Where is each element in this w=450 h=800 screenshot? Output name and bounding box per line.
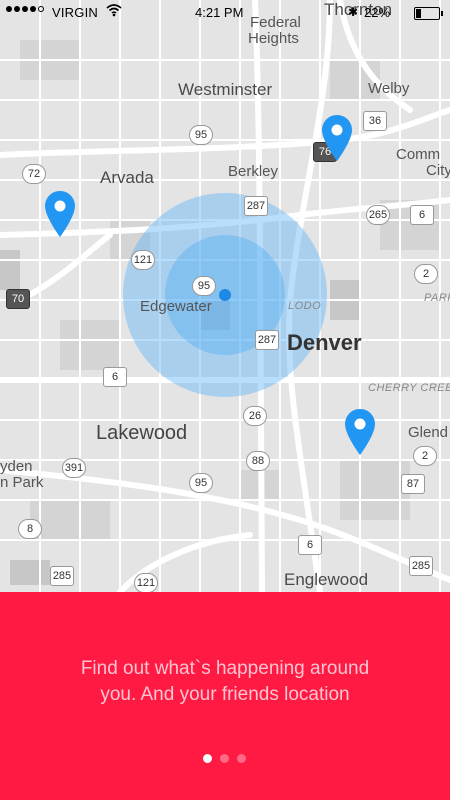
page-dot[interactable] [203,754,212,763]
place-label: Westminster [178,80,273,99]
highway-shield: 6 [103,367,127,387]
signal-strength-icon [6,6,44,12]
place-label: Berkley [228,163,279,180]
place-label: yden [0,458,33,475]
carrier-name: VIRGIN [52,5,98,20]
place-label: City [426,162,450,179]
wifi-icon [106,4,122,17]
highway-shield: 88 [246,451,270,471]
place-label: Lakewood [96,422,188,444]
highway-shield: 95 [189,473,213,493]
place-label: Heights [248,30,299,47]
place-label: Arvada [100,168,154,187]
friend-location-pin-icon[interactable] [322,115,352,161]
friend-location-pin-icon[interactable] [45,191,75,237]
highway-shield: 265 [366,205,390,225]
friend-location-pin-icon[interactable] [345,409,375,455]
highway-shield: 391 [62,458,86,478]
highway-shield: 6 [298,535,322,555]
place-label: Denver [287,330,362,355]
highway-shield: 2 [414,264,438,284]
place-label: n Park [0,474,44,491]
page-indicator[interactable] [203,754,246,763]
highway-shield: 287 [244,196,268,216]
battery-percentage: 22% [364,5,391,20]
highway-shield: 121 [134,573,158,592]
highway-shield: 8 [18,519,42,539]
place-label: Edgewater [140,298,212,315]
highway-shield: 36 [363,111,387,131]
place-label: PARK [424,292,450,304]
highway-shield: 95 [192,276,216,296]
place-label: Englewood [284,570,369,589]
battery-icon [414,7,443,20]
place-label: CHERRY CREE [368,382,450,394]
highway-shield: 87 [401,474,425,494]
tagline-line: you. And your friends location [100,684,350,705]
highway-shield: 26 [243,406,267,426]
page-dot[interactable] [220,754,229,763]
highway-shield: 95 [189,125,213,145]
place-label: Comm [396,146,441,163]
onboarding-panel: Find out what`s happening around you. An… [0,592,450,800]
highway-shield: 121 [131,250,155,270]
place-label: Welby [368,80,410,97]
status-bar: VIRGIN 4:21 PM ✱ 22% [0,0,450,26]
onboarding-tagline: Find out what`s happening around you. An… [0,656,450,708]
highway-shield: 287 [255,330,279,350]
page-dot[interactable] [237,754,246,763]
highway-shield: 285 [409,556,433,576]
highway-shield: 70 [6,289,30,309]
highway-shield: 285 [50,566,74,586]
place-label: Glend [408,424,449,441]
tagline-line: Find out what`s happening around [80,658,370,679]
status-time: 4:21 PM [195,5,244,20]
highway-shield: 2 [413,446,437,466]
highway-shield: 6 [410,205,434,225]
highway-shield: 72 [22,164,46,184]
map-view[interactable]: Thornton Federal Heights Westminster Wel… [0,0,450,592]
place-label: LODO [288,300,322,312]
bluetooth-icon: ✱ [348,5,359,19]
